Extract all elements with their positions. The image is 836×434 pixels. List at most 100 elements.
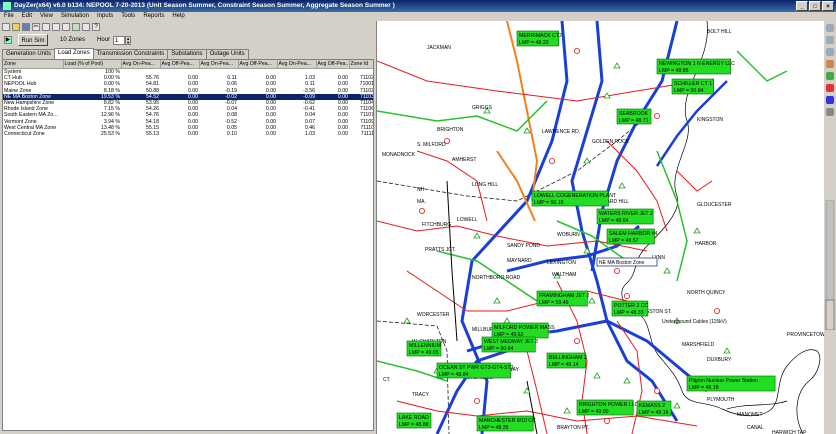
copy-icon[interactable] xyxy=(42,22,50,31)
place-label: LAWRENCE RD. xyxy=(542,129,580,135)
tab-load-zones[interactable]: Load Zones xyxy=(54,48,94,59)
column-header-c5[interactable]: Avg Off-Pea... xyxy=(238,60,278,69)
place-label: MONADNOCK xyxy=(382,152,416,158)
lmp-plant-name: BELLINGHAM 2 xyxy=(549,355,587,361)
pan-icon[interactable] xyxy=(826,48,834,56)
zone-name-cell: Connecticut Zone xyxy=(4,131,45,138)
menu-file[interactable]: File xyxy=(0,12,18,21)
lmp-box: BELLINGHAM 2LMP = 49.14 xyxy=(546,352,587,369)
run-sim-button[interactable]: Run Sim xyxy=(18,34,48,46)
transmission-line xyxy=(496,150,536,222)
map-scrollbar[interactable] xyxy=(824,200,836,330)
lmp-box: LAKE ROADLMP = 48.88 xyxy=(396,412,432,429)
map-canvas[interactable]: JACKMANBOLT HILLNEWINGTONKINGSTONMONADNO… xyxy=(377,21,825,434)
grid-icon[interactable] xyxy=(82,22,90,31)
column-header-load[interactable]: Load (% of Pool) xyxy=(63,60,122,69)
lmp-value: LMP = 48.35 xyxy=(479,425,509,431)
lmp-plant-name: SALEM HARBOR #4 xyxy=(609,231,658,237)
load-zones-grid[interactable]: Zone Load (% of Pool) Avg On-Pea... Avg … xyxy=(2,59,374,431)
tab-substations[interactable]: Substations xyxy=(167,49,207,59)
lmp-value: LMP = 48.20 xyxy=(519,40,549,46)
print-icon[interactable] xyxy=(62,22,70,31)
zoom-in-icon[interactable] xyxy=(826,24,834,32)
value-cell: 0.00 xyxy=(337,131,348,138)
value-cell xyxy=(316,69,349,76)
lmp-value: LMP = 48.33 xyxy=(614,310,644,316)
lmp-box: BRIGHTON POWER LLCLMP = 49.00 xyxy=(576,399,639,416)
substation-marker xyxy=(548,157,555,164)
tab-transmission-constraints[interactable]: Transmission Constraints xyxy=(92,49,169,59)
save-icon[interactable] xyxy=(22,22,30,31)
menu-simulation[interactable]: Simulation xyxy=(57,12,93,21)
hour-input[interactable]: 1 xyxy=(113,35,126,45)
substation-marker xyxy=(613,267,620,274)
menu-tools[interactable]: Tools xyxy=(117,12,139,21)
menu-edit[interactable]: Edit xyxy=(18,12,36,21)
minimize-button[interactable]: _ xyxy=(796,1,808,11)
lmp-box: MERRIMACK CT2LMP = 48.20 xyxy=(516,30,562,47)
lmp-value: LMP = 48.71 xyxy=(619,118,649,124)
lmp-box: POTTER 2 CCLMP = 48.33 xyxy=(611,300,649,317)
lmp-box: SALEM HARBOR #4LMP = 49.57 xyxy=(606,228,658,245)
lmp-plant-name: POTTER 2 CC xyxy=(614,303,649,309)
network-map[interactable]: JACKMANBOLT HILLNEWINGTONKINGSTONMONADNO… xyxy=(376,21,825,434)
substation-marker xyxy=(573,337,580,344)
zoom-out-icon[interactable] xyxy=(826,36,834,44)
lmp-plant-name: SCHILLER CT 1 xyxy=(674,81,712,87)
palette-icon[interactable] xyxy=(826,96,834,104)
menu-reports[interactable]: Reports xyxy=(139,12,168,21)
lmp-plant-name: BRIGHTON POWER LLC xyxy=(579,402,639,408)
place-label: WOBURN xyxy=(557,232,580,238)
hour-spinner[interactable]: ▲ ▼ xyxy=(125,35,132,45)
zone-name-cell: System xyxy=(4,69,22,75)
close-button[interactable]: × xyxy=(822,1,834,11)
column-header-c3[interactable]: Avg Off-Pea... xyxy=(160,60,200,69)
menu-bar: File Edit View Simulation Inputs Tools R… xyxy=(0,12,836,21)
lmp-box: FRAMINGHAM JET 2LMP = 59.46 xyxy=(536,290,589,307)
tab-generation-units[interactable]: Generation Units xyxy=(2,49,56,59)
menu-help[interactable]: Help xyxy=(168,12,188,21)
chart-icon[interactable] xyxy=(72,22,80,31)
lmp-plant-name: Pilgrim Nuclear Power Station xyxy=(689,378,758,384)
toolbar: ✂ ? xyxy=(0,21,376,32)
column-header-zone-id[interactable]: Zone Id xyxy=(349,60,373,69)
column-header-zone[interactable]: Zone xyxy=(3,60,64,69)
tab-outage-units[interactable]: Outage Units xyxy=(205,49,249,59)
place-label: NORTHBORO ROAD xyxy=(472,275,521,281)
transmission-line xyxy=(736,50,788,82)
layers-icon[interactable] xyxy=(826,72,834,80)
column-header-c2[interactable]: Avg On-Pea... xyxy=(121,60,161,69)
value-cell: 1.03 xyxy=(304,131,315,138)
column-header-c4[interactable]: Avg On-Pea... xyxy=(199,60,239,69)
place-label: BRAYTON PT. xyxy=(557,425,589,431)
menu-view[interactable]: View xyxy=(36,12,57,21)
table-row[interactable]: Connecticut Zone 25.53 % 55.13 0.00 0.10 0.00… xyxy=(3,131,373,138)
value-cell xyxy=(199,69,238,76)
cut-icon[interactable]: ✂ xyxy=(32,22,40,31)
help-icon[interactable]: ? xyxy=(92,22,100,31)
place-label: GLOUCESTER xyxy=(697,202,732,208)
open-icon[interactable] xyxy=(12,22,20,31)
place-label: HARWICH TAP xyxy=(772,430,807,434)
column-header-c6[interactable]: Avg On-Pea... xyxy=(277,60,317,69)
table-row[interactable]: System 100 % xyxy=(3,69,373,76)
refresh-icon[interactable] xyxy=(826,60,834,68)
place-label: JACKMAN xyxy=(427,45,451,51)
place-label: S. MILFORD xyxy=(417,142,446,148)
settings-icon[interactable] xyxy=(826,108,834,116)
place-label: PLYMOUTH xyxy=(707,397,735,403)
paste-icon[interactable] xyxy=(52,22,60,31)
menu-inputs[interactable]: Inputs xyxy=(93,12,117,21)
lmp-value: LMP = 49.18 xyxy=(689,385,719,391)
column-header-c7[interactable]: Avg Off-Pea... xyxy=(316,60,350,69)
color-icon[interactable] xyxy=(826,84,834,92)
lmp-box: LOWELL COGENERATION PLANTLMP = 50.18 xyxy=(531,190,617,207)
place-label: BOLT HILL xyxy=(707,29,732,35)
place-label: LOWELL xyxy=(457,217,478,223)
maximize-button[interactable]: □ xyxy=(809,1,821,11)
substation-marker xyxy=(613,62,621,69)
lmp-value: LMP = 48.84 xyxy=(439,372,469,378)
place-label: DUXBURY xyxy=(707,357,732,363)
place-label: NH xyxy=(417,187,425,193)
new-icon[interactable] xyxy=(2,22,10,31)
